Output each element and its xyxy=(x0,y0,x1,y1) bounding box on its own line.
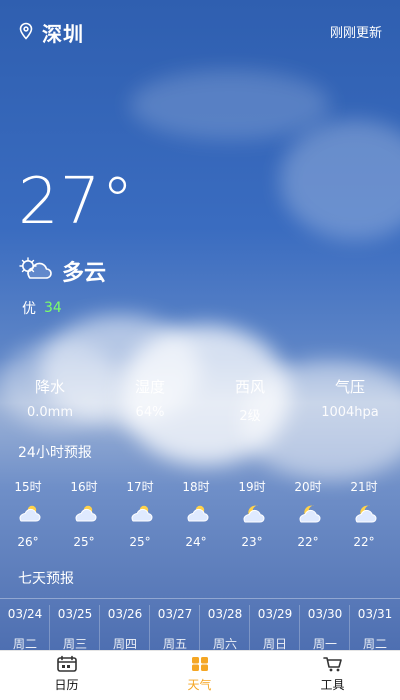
stat-label: 降水 xyxy=(34,378,65,396)
hour-temp: 22° xyxy=(353,535,375,549)
hourly-item: 21时 22° xyxy=(336,478,392,549)
nav-label: 日历 xyxy=(54,678,79,692)
day-date: 03/27 xyxy=(157,607,193,621)
hour-temp: 25° xyxy=(129,535,151,549)
partly-cloudy-day-icon xyxy=(168,503,224,529)
daily-forecast-title: 七天预报 xyxy=(18,571,74,587)
hour-temp: 22° xyxy=(297,535,319,549)
partly-cloudy-day-icon xyxy=(56,503,112,529)
hour-time: 20时 xyxy=(294,480,322,494)
daily-forecast[interactable]: 03/24 周二 03/25 周三 03/26 周四 03/27 周五 03/2… xyxy=(0,598,400,651)
daily-item[interactable]: 03/27 周五 xyxy=(150,599,200,651)
stat-label: 湿度 xyxy=(134,378,165,396)
stat-label: 气压 xyxy=(334,378,365,396)
bottom-navigation: 日历 天气 工具 xyxy=(0,650,400,700)
daily-item[interactable]: 03/29 周日 xyxy=(250,599,300,651)
location-pin-icon xyxy=(18,22,34,44)
daily-item[interactable]: 03/26 周四 xyxy=(100,599,150,651)
stat-value: 1004hpa xyxy=(321,405,379,420)
aqi-label: 优 xyxy=(22,301,36,317)
nav-weather[interactable]: 天气 xyxy=(133,655,266,700)
hour-time: 15时 xyxy=(14,480,42,494)
hour-temp: 24° xyxy=(185,535,207,549)
day-date: 03/30 xyxy=(307,607,343,621)
daily-item[interactable]: 03/30 周一 xyxy=(300,599,350,651)
hour-time: 16时 xyxy=(70,480,98,494)
condition-text: 多云 xyxy=(62,261,107,286)
hourly-item: 16时 25° xyxy=(56,478,112,549)
hour-time: 17时 xyxy=(126,480,154,494)
top-bar: 深圳 刚刚更新 xyxy=(0,0,400,62)
stat-humidity: 湿度 64% xyxy=(100,376,200,420)
hourly-item: 15时 26° xyxy=(0,478,56,549)
weather-stats: 降水 0.0mm 湿度 64% 西风 2级 气压 1004hpa xyxy=(0,376,400,436)
day-date: 03/25 xyxy=(57,607,93,621)
daily-item[interactable]: 03/25 周三 xyxy=(50,599,100,651)
day-date: 03/31 xyxy=(357,607,393,621)
weather-grid-icon xyxy=(189,655,211,673)
day-date: 03/28 xyxy=(207,607,243,621)
hour-time: 21时 xyxy=(350,480,378,494)
partly-cloudy-icon xyxy=(18,256,52,286)
calendar-icon xyxy=(56,655,78,673)
stat-value: 0.0mm xyxy=(26,405,73,420)
partly-cloudy-day-icon xyxy=(0,503,56,529)
weather-screen: 深圳 刚刚更新 27° 多云 优 34 降水 0.0mm 湿度 64% 西风 2… xyxy=(0,0,400,700)
nav-tools[interactable]: 工具 xyxy=(266,655,399,700)
location-name: 深圳 xyxy=(42,22,84,46)
daily-item[interactable]: 03/31 周二 xyxy=(350,599,400,651)
stat-wind: 西风 2级 xyxy=(200,376,300,424)
stat-pressure: 气压 1004hpa xyxy=(300,376,400,420)
partly-cloudy-night-icon xyxy=(336,503,392,529)
stat-precipitation: 降水 0.0mm xyxy=(0,376,100,420)
partly-cloudy-night-icon xyxy=(224,503,280,529)
daily-item[interactable]: 03/28 周六 xyxy=(200,599,250,651)
partly-cloudy-night-icon xyxy=(280,503,336,529)
cloud-decoration xyxy=(280,120,400,240)
day-date: 03/24 xyxy=(7,607,43,621)
stat-value: 2级 xyxy=(239,409,261,424)
daily-item[interactable]: 03/24 周二 xyxy=(0,599,50,651)
location-button[interactable]: 深圳 xyxy=(18,18,84,47)
cloud-decoration xyxy=(130,70,330,140)
hour-time: 19时 xyxy=(238,480,266,494)
hour-time: 18时 xyxy=(182,480,210,494)
hourly-item: 18时 24° xyxy=(168,478,224,549)
current-temperature: 27° xyxy=(18,165,135,239)
current-condition: 多云 xyxy=(18,255,106,287)
hourly-item: 20时 22° xyxy=(280,478,336,549)
hour-temp: 25° xyxy=(73,535,95,549)
nav-label: 天气 xyxy=(187,678,212,692)
stat-label: 西风 xyxy=(234,378,265,396)
hour-temp: 26° xyxy=(17,535,39,549)
partly-cloudy-day-icon xyxy=(112,503,168,529)
nav-calendar[interactable]: 日历 xyxy=(0,655,133,700)
nav-label: 工具 xyxy=(320,678,345,692)
cart-icon xyxy=(322,655,344,673)
hourly-item: 17时 25° xyxy=(112,478,168,549)
hourly-forecast-title: 24小时预报 xyxy=(18,445,92,461)
hour-temp: 23° xyxy=(241,535,263,549)
hourly-item: 19时 23° xyxy=(224,478,280,549)
stat-value: 64% xyxy=(135,405,165,420)
update-status: 刚刚更新 xyxy=(329,26,382,41)
hourly-forecast[interactable]: 15时 26° 16时 25° 17时 25° 18时 24° 19时 23° … xyxy=(0,478,400,568)
aqi-value: 34 xyxy=(44,300,62,316)
day-date: 03/26 xyxy=(107,607,143,621)
day-date: 03/29 xyxy=(257,607,293,621)
air-quality: 优 34 xyxy=(22,298,62,318)
